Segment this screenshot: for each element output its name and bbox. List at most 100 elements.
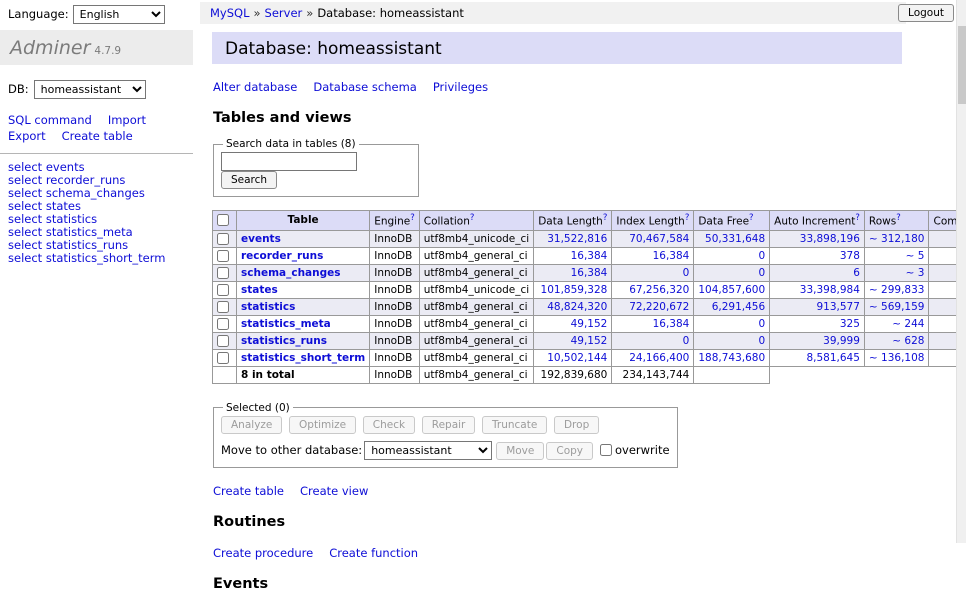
table-name-link[interactable]: statistics_short_term bbox=[241, 352, 365, 364]
create-view-link[interactable]: Create view bbox=[300, 484, 368, 498]
sidebar-link-select-states[interactable]: select states bbox=[8, 199, 81, 213]
auto-increment-link[interactable]: 325 bbox=[840, 318, 860, 330]
sidebar-link-select-statistics[interactable]: select statistics bbox=[8, 212, 97, 226]
data-free-link[interactable]: 0 bbox=[758, 267, 765, 279]
data-free-link[interactable]: 0 bbox=[758, 318, 765, 330]
row-select-checkbox[interactable] bbox=[217, 250, 229, 262]
index-length-link[interactable]: 16,384 bbox=[653, 318, 690, 330]
index-length-link[interactable]: 72,220,672 bbox=[629, 301, 689, 313]
sidebar-link-select-statistics-short-term[interactable]: select statistics_short_term bbox=[8, 251, 165, 265]
import-link[interactable]: Import bbox=[108, 113, 146, 127]
data-free-link[interactable]: 6,291,456 bbox=[712, 301, 765, 313]
row-select-checkbox[interactable] bbox=[217, 335, 229, 347]
rows-link[interactable]: ~ 136,108 bbox=[869, 352, 925, 364]
language-select[interactable]: English bbox=[73, 5, 165, 24]
copy-button[interactable]: Copy bbox=[546, 442, 593, 460]
row-select-checkbox[interactable] bbox=[217, 233, 229, 245]
data-length-link[interactable]: 48,824,320 bbox=[547, 301, 607, 313]
auto-increment-link[interactable]: 913,577 bbox=[817, 301, 860, 313]
database-schema-link[interactable]: Database schema bbox=[313, 80, 416, 94]
table-name-link[interactable]: events bbox=[241, 233, 281, 245]
row-select-checkbox[interactable] bbox=[217, 267, 229, 279]
create-procedure-link[interactable]: Create procedure bbox=[213, 546, 313, 560]
help-icon[interactable]: ? bbox=[470, 213, 475, 223]
check-button[interactable]: Check bbox=[363, 416, 415, 434]
create-table-link[interactable]: Create table bbox=[62, 129, 133, 143]
sql-command-link[interactable]: SQL command bbox=[8, 113, 92, 127]
table-name-link[interactable]: statistics_runs bbox=[241, 335, 327, 347]
rows-link[interactable]: ~ 312,180 bbox=[869, 233, 925, 245]
analyze-button[interactable]: Analyze bbox=[221, 416, 282, 434]
help-icon[interactable]: ? bbox=[855, 213, 860, 223]
rows-link[interactable]: ~ 299,833 bbox=[869, 284, 925, 296]
table-name-link[interactable]: schema_changes bbox=[241, 267, 341, 279]
index-length-link[interactable]: 67,256,320 bbox=[629, 284, 689, 296]
data-length-link[interactable]: 49,152 bbox=[571, 335, 608, 347]
sidebar-link-select-recorder-runs[interactable]: select recorder_runs bbox=[8, 173, 125, 187]
index-length-link[interactable]: 0 bbox=[683, 267, 690, 279]
data-length-link[interactable]: 10,502,144 bbox=[547, 352, 607, 364]
rows-link[interactable]: ~ 244 bbox=[892, 318, 924, 330]
alter-database-link[interactable]: Alter database bbox=[213, 80, 297, 94]
breadcrumb-link-server[interactable]: Server bbox=[265, 6, 303, 20]
search-button[interactable]: Search bbox=[221, 171, 277, 189]
app-name-link[interactable]: Adminer bbox=[10, 37, 90, 59]
index-length-link[interactable]: 24,166,400 bbox=[629, 352, 689, 364]
export-link[interactable]: Export bbox=[8, 129, 46, 143]
overwrite-checkbox[interactable] bbox=[600, 444, 612, 456]
privileges-link[interactable]: Privileges bbox=[433, 80, 488, 94]
select-all-checkbox[interactable] bbox=[217, 214, 229, 226]
sidebar-link-select-statistics-meta[interactable]: select statistics_meta bbox=[8, 225, 133, 239]
data-free-link[interactable]: 188,743,680 bbox=[698, 352, 765, 364]
data-free-link[interactable]: 0 bbox=[758, 250, 765, 262]
create-function-link[interactable]: Create function bbox=[329, 546, 418, 560]
data-length-link[interactable]: 49,152 bbox=[571, 318, 608, 330]
breadcrumb-link-mysql[interactable]: MySQL bbox=[210, 6, 250, 20]
auto-increment-link[interactable]: 6 bbox=[853, 267, 860, 279]
rows-link[interactable]: ~ 5 bbox=[906, 250, 925, 262]
index-length-link[interactable]: 16,384 bbox=[653, 250, 690, 262]
help-icon[interactable]: ? bbox=[896, 213, 901, 223]
optimize-button[interactable]: Optimize bbox=[289, 416, 356, 434]
index-length-link[interactable]: 0 bbox=[683, 335, 690, 347]
create-table-link-main[interactable]: Create table bbox=[213, 484, 284, 498]
data-length-link[interactable]: 31,522,816 bbox=[547, 233, 607, 245]
table-name-link[interactable]: statistics_meta bbox=[241, 318, 331, 330]
row-select-checkbox[interactable] bbox=[217, 284, 229, 296]
help-icon[interactable]: ? bbox=[410, 213, 415, 223]
rows-link[interactable]: ~ 628 bbox=[892, 335, 924, 347]
row-select-checkbox[interactable] bbox=[217, 352, 229, 364]
move-db-select[interactable]: homeassistant bbox=[364, 441, 492, 460]
table-name-link[interactable]: statistics bbox=[241, 301, 295, 313]
data-length-link[interactable]: 16,384 bbox=[571, 250, 608, 262]
data-free-link[interactable]: 0 bbox=[758, 335, 765, 347]
auto-increment-link[interactable]: 33,398,984 bbox=[800, 284, 860, 296]
vertical-scrollbar[interactable] bbox=[956, 0, 966, 543]
data-length-link[interactable]: 101,859,328 bbox=[541, 284, 608, 296]
data-length-link[interactable]: 16,384 bbox=[571, 267, 608, 279]
logout-button[interactable]: Logout bbox=[898, 4, 954, 22]
help-icon[interactable]: ? bbox=[749, 213, 754, 223]
rows-link[interactable]: ~ 569,159 bbox=[869, 301, 925, 313]
search-input[interactable] bbox=[221, 152, 357, 171]
help-icon[interactable]: ? bbox=[685, 213, 690, 223]
sidebar-link-select-statistics-runs[interactable]: select statistics_runs bbox=[8, 238, 128, 252]
data-free-link[interactable]: 50,331,648 bbox=[705, 233, 765, 245]
db-select[interactable]: homeassistant bbox=[34, 80, 146, 99]
move-button[interactable]: Move bbox=[496, 442, 544, 460]
auto-increment-link[interactable]: 33,898,196 bbox=[800, 233, 860, 245]
table-name-link[interactable]: recorder_runs bbox=[241, 250, 323, 262]
rows-link[interactable]: ~ 3 bbox=[906, 267, 925, 279]
drop-button[interactable]: Drop bbox=[554, 416, 599, 434]
auto-increment-link[interactable]: 8,581,645 bbox=[806, 352, 859, 364]
auto-increment-link[interactable]: 39,999 bbox=[823, 335, 860, 347]
index-length-link[interactable]: 70,467,584 bbox=[629, 233, 689, 245]
help-icon[interactable]: ? bbox=[603, 213, 608, 223]
repair-button[interactable]: Repair bbox=[422, 416, 476, 434]
sidebar-link-select-schema-changes[interactable]: select schema_changes bbox=[8, 186, 145, 200]
row-select-checkbox[interactable] bbox=[217, 301, 229, 313]
auto-increment-link[interactable]: 378 bbox=[840, 250, 860, 262]
scrollbar-thumb[interactable] bbox=[958, 26, 966, 104]
data-free-link[interactable]: 104,857,600 bbox=[698, 284, 765, 296]
row-select-checkbox[interactable] bbox=[217, 318, 229, 330]
